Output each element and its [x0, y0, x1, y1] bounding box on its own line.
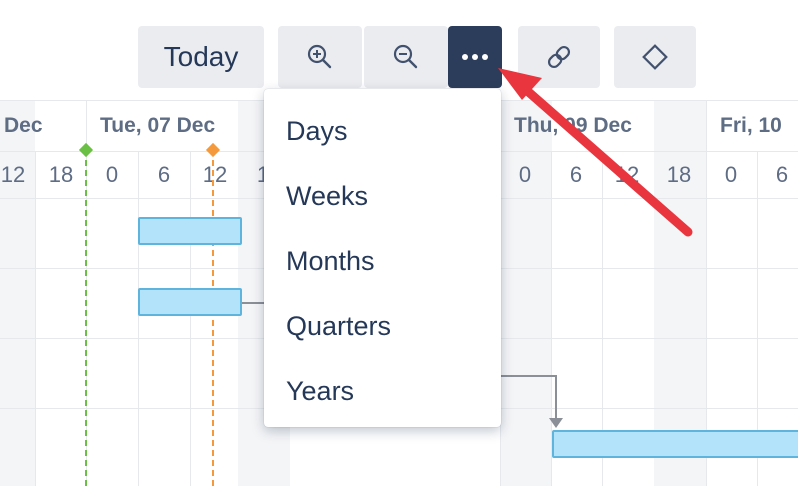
diamond-icon: [642, 44, 668, 70]
link-button[interactable]: [518, 26, 600, 88]
grid-line: [138, 152, 139, 486]
zoom-out-button[interactable]: [364, 26, 448, 88]
gantt-toolbar: Today: [0, 0, 798, 100]
day-label: Thu, 09 Dec: [514, 114, 632, 137]
grid-line: [190, 152, 191, 486]
dependency-connector: [242, 302, 264, 304]
zoom-level-menu: Days Weeks Months Quarters Years: [264, 89, 501, 427]
hour-label: 6: [569, 162, 583, 187]
task-bar[interactable]: [138, 217, 242, 245]
link-icon: [547, 45, 571, 69]
task-bar[interactable]: [552, 430, 798, 458]
day-label: Tue, 07 Dec: [100, 114, 216, 137]
more-options-button[interactable]: [448, 26, 502, 88]
dependency-connector: [500, 375, 556, 377]
menu-item-weeks[interactable]: Weeks: [264, 164, 501, 229]
hour-label: 0: [105, 162, 119, 187]
zoom-out-icon: [393, 44, 418, 69]
dependency-arrowhead-icon: [549, 418, 563, 428]
column-shade: [0, 100, 35, 486]
today-line: [85, 150, 87, 486]
ellipsis-icon: [462, 54, 488, 60]
today-button[interactable]: Today: [138, 26, 264, 88]
menu-item-days[interactable]: Days: [264, 99, 501, 164]
hour-label: 12: [202, 162, 228, 187]
milestone-button[interactable]: [614, 26, 696, 88]
day-label: Dec: [4, 114, 43, 137]
hour-label: 6: [157, 162, 171, 187]
current-time-line: [212, 150, 214, 486]
day-label: Fri, 10: [720, 114, 782, 137]
menu-item-years[interactable]: Years: [264, 359, 501, 424]
hour-label: 0: [724, 162, 738, 187]
menu-item-months[interactable]: Months: [264, 229, 501, 294]
hour-label: 0: [518, 162, 532, 187]
task-bar[interactable]: [138, 288, 242, 316]
dependency-connector: [555, 375, 557, 420]
grid-line: [35, 152, 36, 486]
zoom-in-button[interactable]: [278, 26, 362, 88]
grid-line: [706, 100, 707, 486]
zoom-in-icon: [307, 44, 332, 69]
column-shade: [654, 100, 706, 486]
hour-label: 12: [614, 162, 640, 187]
hour-label: 12: [0, 162, 26, 187]
menu-item-quarters[interactable]: Quarters: [264, 294, 501, 359]
hour-label: 18: [666, 162, 692, 187]
hour-label: 18: [48, 162, 74, 187]
hour-label: 6: [775, 162, 789, 187]
column-shade: [500, 100, 552, 486]
